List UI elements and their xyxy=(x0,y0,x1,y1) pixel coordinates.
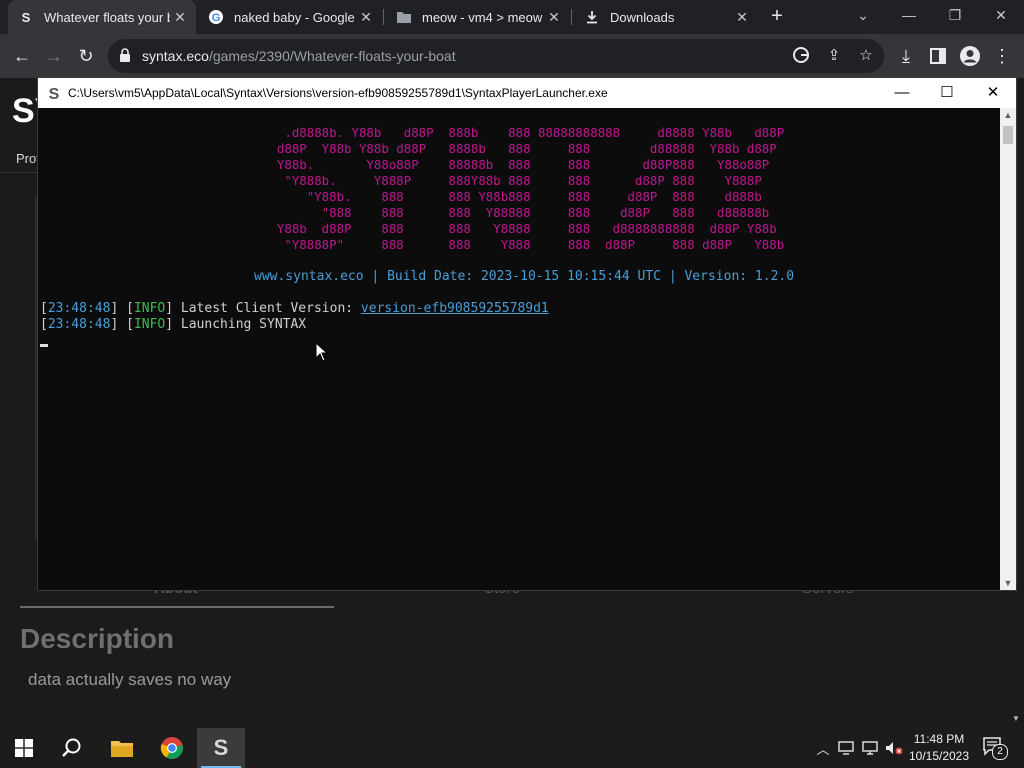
reload-button[interactable]: ↻ xyxy=(72,42,100,70)
notification-center-button[interactable]: 2 xyxy=(982,736,1008,760)
google-lens-icon[interactable] xyxy=(791,46,811,66)
page-scroll-down-icon[interactable]: ▼ xyxy=(1012,714,1020,723)
close-tab-icon[interactable]: ✕ xyxy=(170,9,190,26)
build-banner: www.syntax.eco | Build Date: 2023-10-15 … xyxy=(254,269,795,284)
chrome-button[interactable] xyxy=(148,728,196,768)
console-output[interactable]: .d8888b. Y88b d88P 888b 888 88888888888 … xyxy=(38,108,1000,590)
profile-avatar[interactable] xyxy=(956,42,984,70)
log-line: [23:48:48] [INFO] Latest Client Version:… xyxy=(40,301,549,316)
minimize-button[interactable]: — xyxy=(886,0,932,30)
console-maximize-button[interactable]: ☐ xyxy=(924,78,970,108)
syntax-launcher-button[interactable]: S xyxy=(197,728,245,768)
launcher-console-window[interactable]: S C:\Users\vm5\AppData\Local\Syntax\Vers… xyxy=(38,78,1016,590)
browser-tabstrip: S Whatever floats your boat ✕ G naked ba… xyxy=(0,0,1024,34)
address-bar[interactable]: syntax.eco/games/2390/Whatever-floats-yo… xyxy=(108,39,884,73)
console-titlebar[interactable]: S C:\Users\vm5\AppData\Local\Syntax\Vers… xyxy=(38,78,1016,108)
share-icon[interactable]: ⇪ xyxy=(824,46,844,66)
syntax-app-icon: S xyxy=(213,735,229,760)
tab-separator xyxy=(571,9,572,25)
syntax-ascii-art: .d8888b. Y88b d88P 888b 888 88888888888 … xyxy=(276,125,785,252)
restore-button[interactable]: ❐ xyxy=(932,0,978,30)
close-window-button[interactable]: ✕ xyxy=(978,0,1024,30)
lock-icon xyxy=(120,48,130,62)
url-text: syntax.eco/games/2390/Whatever-floats-yo… xyxy=(142,48,456,64)
console-minimize-button[interactable]: — xyxy=(879,78,925,108)
tab-downloads[interactable]: Downloads ✕ xyxy=(574,0,758,34)
syntax-app-icon: S xyxy=(49,86,60,101)
network-icon[interactable] xyxy=(836,728,856,768)
tab-title: naked baby - Google Search xyxy=(234,9,356,25)
tab-google-search[interactable]: G naked baby - Google Search ✕ xyxy=(198,0,382,34)
windows-logo-icon xyxy=(15,739,33,757)
active-tab-indicator xyxy=(20,606,334,608)
scroll-down-arrow-icon[interactable]: ▼ xyxy=(1000,578,1016,588)
start-button[interactable] xyxy=(0,728,48,768)
browser-toolbar: ← → ↻ syntax.eco/games/2390/Whatever-flo… xyxy=(0,34,1024,78)
svg-text:S: S xyxy=(49,86,60,101)
side-panel-icon[interactable] xyxy=(924,42,952,70)
search-icon xyxy=(62,738,81,757)
clock-date: 10/15/2023 xyxy=(908,749,970,763)
close-tab-icon[interactable]: ✕ xyxy=(544,9,564,26)
notification-count-badge: 2 xyxy=(992,744,1008,760)
new-tab-button[interactable]: + xyxy=(766,5,788,27)
tab-title: Whatever floats your boat xyxy=(44,9,170,25)
version-link[interactable]: version-efb90859255789d1 xyxy=(361,301,549,316)
tab-title: meow - vm4 > meow xyxy=(422,9,543,25)
tab-whatever-floats[interactable]: S Whatever floats your boat ✕ xyxy=(8,0,196,34)
chrome-icon xyxy=(160,737,183,759)
show-hidden-icons-chevron[interactable]: ︿ xyxy=(814,728,832,768)
system-clock[interactable]: 11:48 PM 10/15/2023 xyxy=(906,731,972,765)
clock-time: 11:48 PM xyxy=(913,732,965,746)
scrollbar-thumb[interactable] xyxy=(1003,126,1013,144)
bookmark-star-icon[interactable]: ☆ xyxy=(856,46,876,66)
syntax-favicon: S xyxy=(21,9,31,25)
folder-icon xyxy=(396,9,412,25)
tab-meow[interactable]: meow - vm4 > meow ✕ xyxy=(386,0,570,34)
log-line: [23:48:48] [INFO] Launching SYNTAX xyxy=(40,317,307,332)
display-icon[interactable] xyxy=(860,728,880,768)
console-scrollbar[interactable]: ▲ ▼ xyxy=(1000,108,1016,590)
search-button[interactable] xyxy=(48,728,96,768)
nav-profile-link[interactable]: Prof xyxy=(16,151,40,166)
downloads-button[interactable]: ⤓ xyxy=(892,42,920,70)
google-favicon: G xyxy=(208,9,224,25)
console-title-path: C:\Users\vm5\AppData\Local\Syntax\Versio… xyxy=(68,86,608,100)
description-heading: Description xyxy=(20,623,175,654)
text-cursor xyxy=(40,344,48,347)
mouse-pointer-icon xyxy=(315,342,329,362)
console-close-button[interactable]: ✕ xyxy=(970,78,1016,108)
nav-divider xyxy=(0,172,40,173)
tab-separator xyxy=(383,9,384,25)
svg-text:G: G xyxy=(212,12,221,24)
download-icon xyxy=(584,9,600,25)
file-explorer-button[interactable] xyxy=(98,728,146,768)
description-text: data actually saves no way xyxy=(28,670,232,689)
forward-button[interactable]: → xyxy=(40,42,68,70)
tab-search-chevron-icon[interactable]: ⌄ xyxy=(840,0,886,30)
close-tab-icon[interactable]: ✕ xyxy=(732,9,752,26)
back-button[interactable]: ← xyxy=(8,42,36,70)
tab-title: Downloads xyxy=(610,9,675,25)
folder-icon xyxy=(111,741,133,757)
volume-muted-icon[interactable] xyxy=(884,728,904,768)
scroll-up-arrow-icon[interactable]: ▲ xyxy=(1000,110,1016,120)
menu-kebab-icon[interactable]: ⋮ xyxy=(988,42,1016,70)
close-tab-icon[interactable]: ✕ xyxy=(356,9,376,26)
windows-taskbar: S ︿ 11:48 PM 10/15/2023 2 xyxy=(0,728,1024,768)
